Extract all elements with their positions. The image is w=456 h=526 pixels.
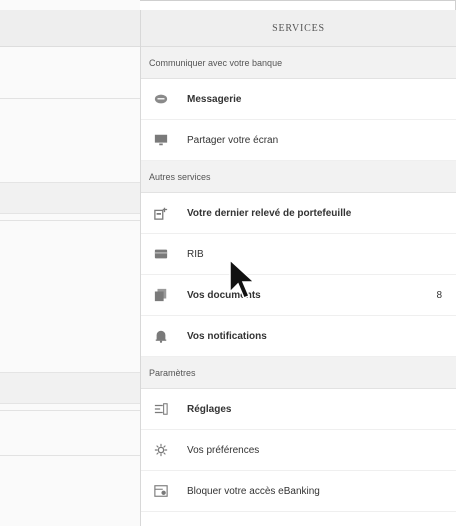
- lock-access-icon: [153, 483, 169, 499]
- background-divider: [0, 98, 140, 99]
- documents-count-badge: 8: [436, 289, 442, 301]
- menu-item-label: Bloquer votre accès eBanking: [187, 485, 320, 497]
- menu-item-label: Vos préférences: [187, 444, 260, 456]
- section-header-autres-services: Autres services: [141, 161, 456, 193]
- section-header-parametres: Paramètres: [141, 357, 456, 389]
- menu-item-label: Partager votre écran: [187, 134, 279, 146]
- gear-icon: [153, 442, 169, 458]
- menu-item-releve-portefeuille[interactable]: Votre dernier relevé de portefeuille: [141, 193, 456, 234]
- mouse-pointer-icon: [229, 258, 256, 299]
- menu-item-label: Vos notifications: [187, 330, 267, 342]
- menu-item-vos-documents[interactable]: Vos documents 8: [141, 275, 456, 316]
- menu-item-bloquer-acces[interactable]: Bloquer votre accès eBanking: [141, 471, 456, 512]
- documents-icon: [153, 287, 169, 303]
- background-divider: [0, 220, 140, 221]
- chat-icon: [153, 91, 169, 107]
- menu-item-reglages[interactable]: Réglages: [141, 389, 456, 430]
- menu-item-vos-preferences[interactable]: Vos préférences: [141, 430, 456, 471]
- background-divider: [0, 410, 140, 411]
- section-header-communicate: Communiquer avec votre banque: [141, 47, 456, 79]
- menu-item-label: Réglages: [187, 403, 232, 415]
- menu-item-messagerie[interactable]: Messagerie: [141, 79, 456, 120]
- background-page: [0, 0, 140, 526]
- settings-sliders-icon: [153, 401, 169, 417]
- background-divider: [0, 455, 140, 456]
- services-panel: SERVICES Communiquer avec votre banque M…: [140, 10, 456, 526]
- background-section-bar: [0, 182, 140, 214]
- card-icon: [153, 246, 169, 262]
- menu-item-rib[interactable]: RIB: [141, 234, 456, 275]
- menu-item-vos-notifications[interactable]: Vos notifications: [141, 316, 456, 357]
- menu-item-label: Messagerie: [187, 93, 242, 105]
- portfolio-icon: [153, 205, 169, 221]
- panel-title: SERVICES: [141, 10, 456, 47]
- bell-icon: [153, 328, 169, 344]
- menu-item-partager-ecran[interactable]: Partager votre écran: [141, 120, 456, 161]
- menu-item-label: RIB: [187, 248, 204, 260]
- screen-share-icon: [153, 132, 169, 148]
- background-section-bar: [0, 372, 140, 404]
- menu-item-label: Votre dernier relevé de portefeuille: [187, 207, 352, 219]
- background-header: [0, 10, 140, 47]
